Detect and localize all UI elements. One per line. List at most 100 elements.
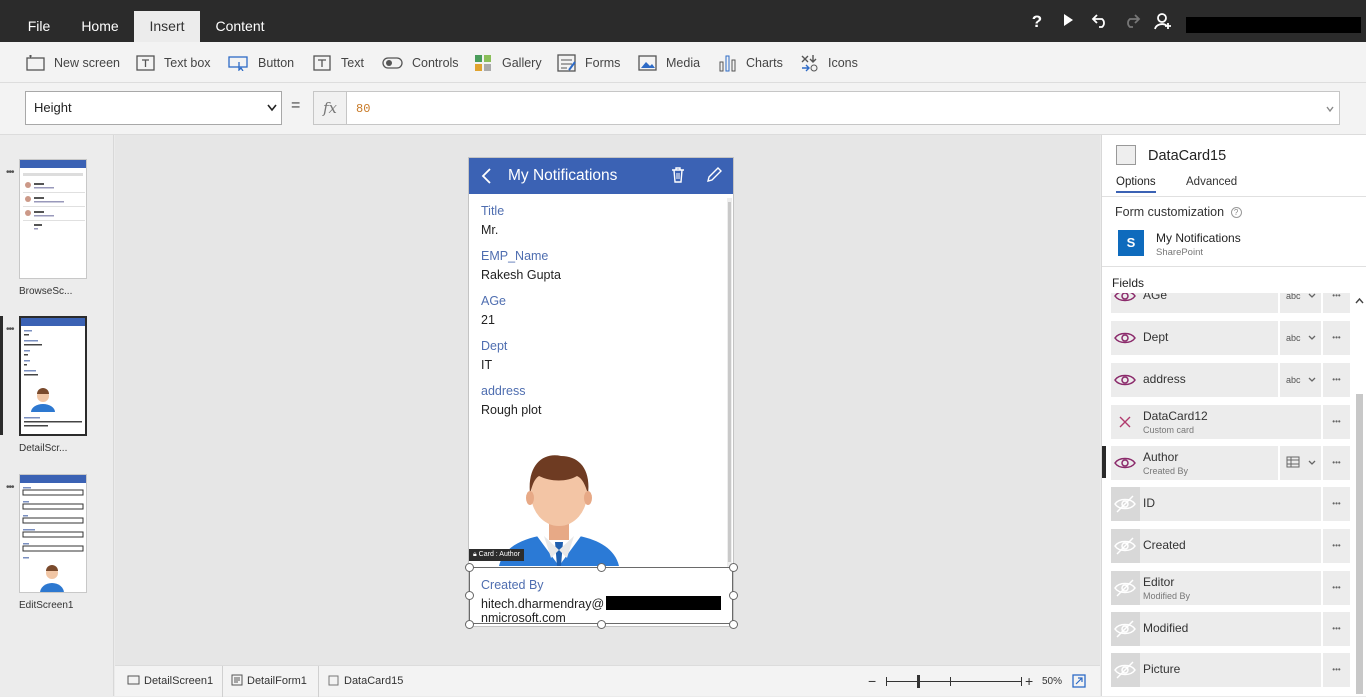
more-options-icon[interactable]: •••: [6, 324, 14, 335]
scrollbar[interactable]: [727, 198, 732, 568]
more-options-icon[interactable]: •••: [6, 167, 14, 178]
resize-handle[interactable]: [729, 620, 738, 629]
zoom-slider[interactable]: [886, 681, 1022, 682]
field-type-dropdown[interactable]: [1278, 446, 1320, 480]
menu-home[interactable]: Home: [72, 0, 128, 42]
charts-button[interactable]: Charts: [718, 42, 783, 83]
hidden-eye-icon[interactable]: [1111, 487, 1140, 521]
field-row[interactable]: Modified •••: [1111, 612, 1350, 646]
more-options-icon[interactable]: •••: [1321, 529, 1350, 563]
icons-button[interactable]: Icons: [800, 42, 858, 83]
edit-icon[interactable]: [706, 167, 722, 188]
menu-content[interactable]: Content: [207, 0, 273, 42]
visible-eye-icon[interactable]: [1111, 321, 1140, 355]
fields-label: Fields: [1112, 276, 1145, 290]
field-row[interactable]: Editor Modified By •••: [1111, 571, 1350, 605]
property-dropdown[interactable]: Height: [25, 91, 282, 125]
field-name: address: [1143, 372, 1186, 386]
breadcrumb-form[interactable]: DetailForm1: [231, 666, 307, 697]
text-box-label: Text box: [164, 55, 211, 70]
thumb-label-detail: DetailScr...: [19, 443, 68, 454]
field-value-title: Mr.: [481, 223, 499, 237]
fields-scrollbar[interactable]: [1355, 296, 1364, 694]
zoom-slider-thumb[interactable]: [917, 675, 920, 688]
detail-screen-thumbnail[interactable]: [19, 316, 87, 436]
formula-input[interactable]: 80: [346, 91, 1340, 125]
more-options-icon[interactable]: •••: [1321, 612, 1350, 646]
field-row[interactable]: Dept abc •••: [1111, 321, 1350, 355]
more-options-icon[interactable]: •••: [6, 482, 14, 493]
media-button[interactable]: Media: [638, 42, 700, 83]
breadcrumb-screen[interactable]: DetailScreen1: [127, 666, 213, 697]
user-add-icon[interactable]: [1153, 12, 1173, 32]
scrollbar-thumb[interactable]: [1356, 394, 1363, 694]
visible-eye-icon[interactable]: [1111, 446, 1140, 480]
hidden-eye-icon[interactable]: [1111, 529, 1140, 563]
visible-eye-icon[interactable]: [1111, 363, 1140, 397]
field-type-dropdown[interactable]: abc: [1278, 363, 1320, 397]
menu-insert[interactable]: Insert: [134, 11, 200, 42]
browse-screen-thumbnail[interactable]: [19, 159, 87, 279]
scroll-up-icon[interactable]: [1355, 296, 1364, 310]
resize-handle[interactable]: [729, 563, 738, 572]
hidden-eye-icon[interactable]: [1111, 612, 1140, 646]
field-row[interactable]: Created •••: [1111, 529, 1350, 563]
resize-handle[interactable]: [465, 620, 474, 629]
fx-icon[interactable]: fx: [313, 91, 347, 125]
gallery-button[interactable]: Gallery: [474, 42, 542, 83]
fit-to-window-icon[interactable]: [1072, 674, 1086, 693]
more-options-icon[interactable]: •••: [1321, 363, 1350, 397]
play-icon[interactable]: [1058, 12, 1078, 32]
text-button[interactable]: Text: [313, 42, 364, 83]
more-options-icon[interactable]: •••: [1321, 653, 1350, 687]
field-label-address: address: [481, 384, 526, 398]
hidden-eye-icon[interactable]: [1111, 653, 1140, 687]
more-options-icon[interactable]: •••: [1321, 293, 1350, 313]
tab-advanced[interactable]: Advanced: [1186, 176, 1237, 188]
more-options-icon[interactable]: •••: [1321, 321, 1350, 355]
redacted-account: [1186, 17, 1361, 33]
text-box-button[interactable]: Text box: [136, 42, 211, 83]
field-row[interactable]: Author Created By •••: [1111, 446, 1350, 480]
field-name: Created: [1143, 538, 1186, 552]
zoom-out-button[interactable]: −: [868, 666, 876, 697]
edit-screen-thumbnail[interactable]: [19, 474, 87, 593]
field-type-dropdown[interactable]: abc: [1278, 293, 1320, 313]
breadcrumb-card[interactable]: DataCard15: [328, 666, 403, 697]
button-button[interactable]: Button: [228, 42, 294, 83]
hidden-eye-icon[interactable]: [1111, 571, 1140, 605]
resize-handle[interactable]: [729, 591, 738, 600]
field-row[interactable]: address abc •••: [1111, 363, 1350, 397]
selected-card-outline[interactable]: [465, 563, 738, 629]
field-type-dropdown[interactable]: abc: [1278, 321, 1320, 355]
field-row[interactable]: AGe abc •••: [1111, 293, 1350, 313]
field-name: ID: [1143, 496, 1155, 510]
trash-icon[interactable]: [671, 167, 685, 188]
more-options-icon[interactable]: •••: [1321, 487, 1350, 521]
undo-icon[interactable]: [1090, 12, 1110, 32]
resize-handle[interactable]: [597, 563, 606, 572]
visible-eye-icon[interactable]: [1111, 293, 1140, 313]
help-icon[interactable]: ?: [1027, 12, 1047, 32]
more-options-icon[interactable]: •••: [1321, 571, 1350, 605]
forms-button[interactable]: Forms: [557, 42, 620, 83]
tab-options[interactable]: Options: [1116, 176, 1156, 193]
zoom-in-button[interactable]: +: [1025, 666, 1033, 697]
properties-panel: DataCard15 Options Advanced Form customi…: [1101, 135, 1366, 696]
field-row[interactable]: ID •••: [1111, 487, 1350, 521]
menu-file[interactable]: File: [18, 0, 60, 42]
field-type-label: abc: [1286, 293, 1301, 301]
new-screen-button[interactable]: New screen: [26, 42, 120, 83]
field-row[interactable]: DataCard12 Custom card •••: [1111, 405, 1350, 439]
controls-button[interactable]: Controls: [382, 42, 459, 83]
expand-formula-icon[interactable]: [1325, 92, 1335, 140]
back-icon[interactable]: [481, 167, 493, 190]
info-icon[interactable]: ?: [1230, 207, 1242, 218]
remove-icon[interactable]: [1111, 405, 1140, 439]
resize-handle[interactable]: [465, 563, 474, 572]
field-row[interactable]: Picture •••: [1111, 653, 1350, 687]
more-options-icon[interactable]: •••: [1321, 446, 1350, 480]
resize-handle[interactable]: [465, 591, 474, 600]
resize-handle[interactable]: [597, 620, 606, 629]
more-options-icon[interactable]: •••: [1321, 405, 1350, 439]
